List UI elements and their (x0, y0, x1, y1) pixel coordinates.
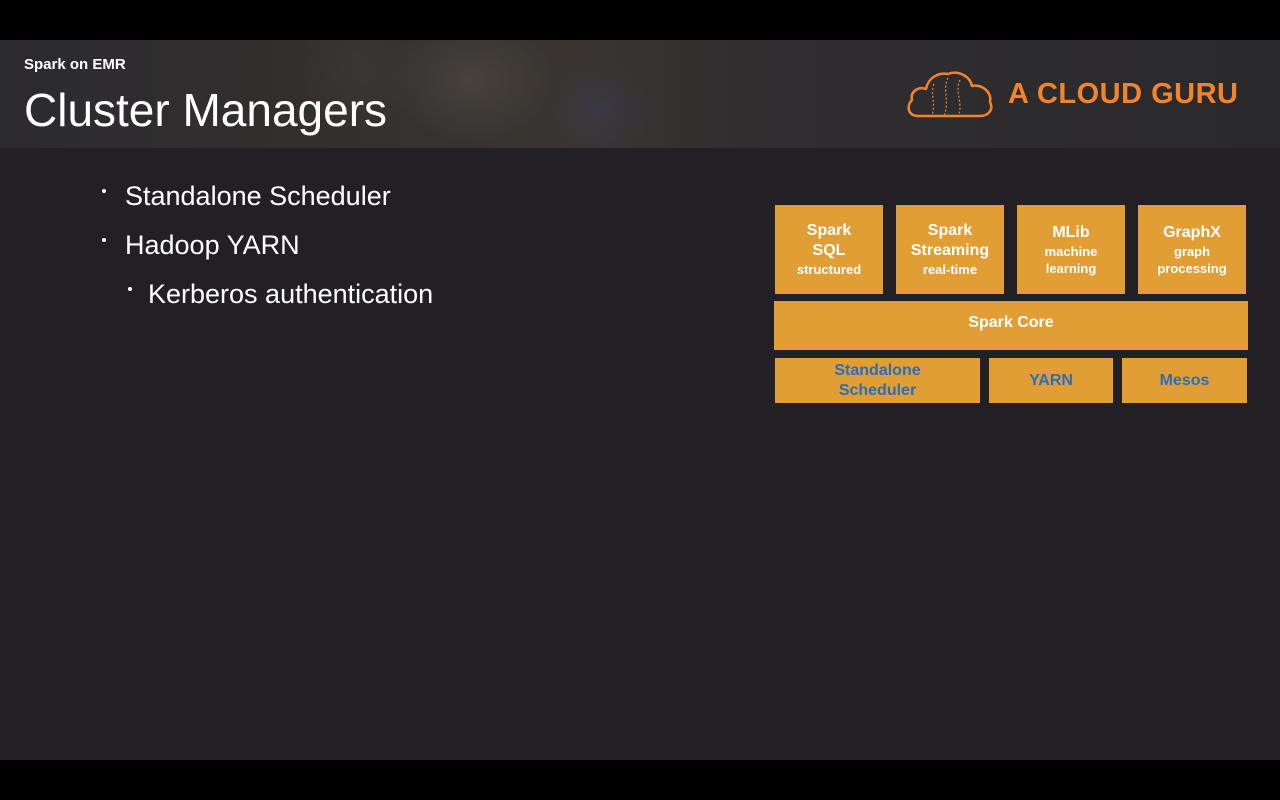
spark-streaming-box: Spark Streaming real-time (896, 205, 1004, 294)
box-title-line: SQL (812, 242, 846, 259)
box-title-line: Streaming (910, 242, 990, 259)
box-subtitle: real-time (922, 262, 978, 277)
bullet-dot (102, 189, 106, 193)
box-title-line: YARN (1029, 371, 1073, 389)
bullet-dot (128, 287, 132, 291)
yarn-box: YARN (989, 358, 1113, 403)
box-subtitle: graph (1173, 243, 1211, 259)
logo: A CLOUD GURU (904, 66, 1238, 122)
box-title-line: Mesos (1159, 371, 1210, 389)
section-label: Spark on EMR (24, 56, 126, 73)
box-title-line: GraphX (1163, 223, 1221, 241)
bullet-item: Standalone Scheduler (125, 181, 391, 211)
box-title-line: Spark Core (968, 314, 1054, 331)
box-title-line: Spark (806, 222, 852, 239)
box-subtitle: machine (1044, 243, 1098, 259)
logo-text: A CLOUD GURU (1008, 77, 1239, 110)
mesos-box: Mesos (1122, 358, 1247, 403)
box-title-line: Scheduler (838, 381, 917, 399)
spark-core-box: Spark Core (774, 301, 1248, 350)
box-title-line: Spark (927, 222, 973, 239)
box-title-line: Standalone (834, 361, 921, 379)
box-subtitle: learning (1045, 260, 1097, 276)
graphx-box: GraphX graph processing (1138, 205, 1246, 294)
mlib-box: MLib machine learning (1017, 205, 1125, 294)
sub-bullet-item: Kerberos authentication (148, 279, 434, 309)
box-subtitle: processing (1157, 260, 1227, 276)
box-title-line: MLib (1052, 223, 1090, 241)
slide-title: Cluster Managers (24, 84, 388, 136)
bullet-item: Hadoop YARN (125, 230, 300, 260)
standalone-scheduler-box: Standalone Scheduler (775, 358, 980, 403)
slide: Spark on EMR Cluster Managers A CLOUD GU… (0, 40, 1280, 760)
bullet-dot (102, 238, 106, 242)
spark-sql-box: Spark SQL structured (775, 205, 883, 294)
cloud-logo-icon (907, 71, 993, 118)
box-subtitle: structured (796, 262, 862, 277)
